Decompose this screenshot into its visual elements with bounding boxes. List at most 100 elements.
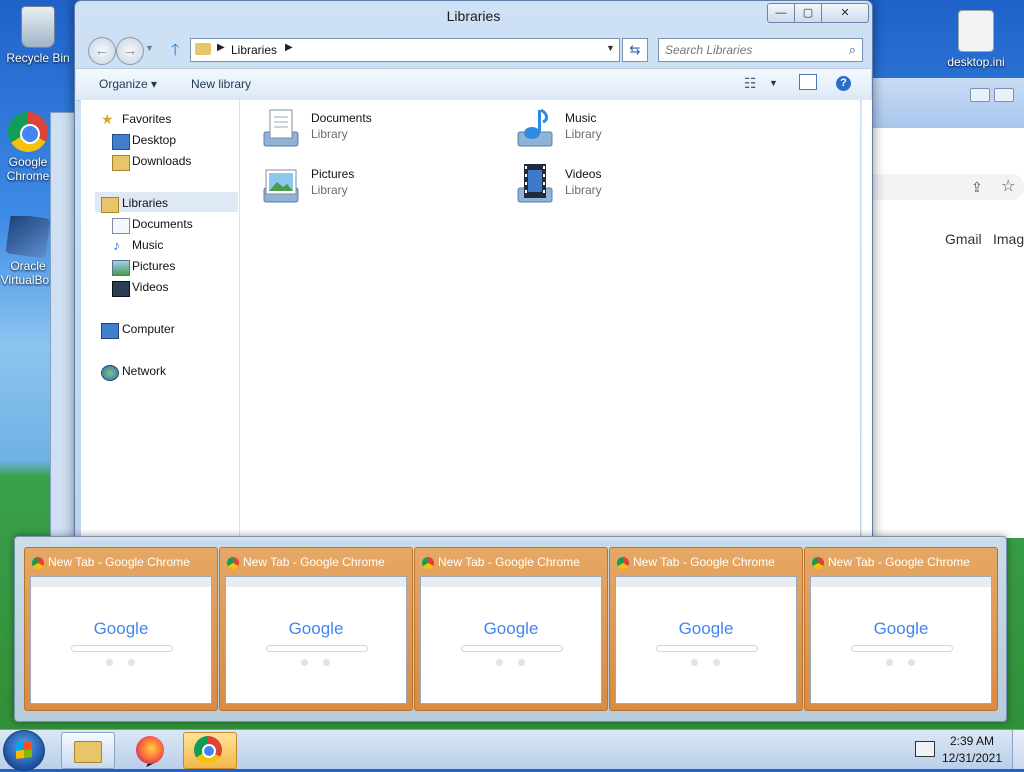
shortcut-icon xyxy=(691,659,698,666)
breadcrumb-chevron-icon[interactable]: ▶ xyxy=(285,42,293,53)
chrome-thumbnail-strip: New Tab - Google Chrome Google New Tab -… xyxy=(14,536,1007,722)
clock-date[interactable]: 12/31/2021 xyxy=(940,751,1004,765)
google-logo: Google xyxy=(616,619,796,639)
maximize-icon[interactable] xyxy=(994,88,1014,102)
library-name: Videos xyxy=(565,167,602,181)
search-icon[interactable]: ⌕ xyxy=(849,42,856,58)
music-icon: ♪ xyxy=(113,237,120,253)
images-link[interactable]: Images xyxy=(993,231,1024,247)
library-videos[interactable]: Videos Library xyxy=(512,162,732,210)
breadcrumb-libraries[interactable]: Libraries xyxy=(231,43,277,57)
chrome-icon xyxy=(422,557,434,569)
google-logo: Google xyxy=(811,619,991,639)
address-bar[interactable]: ▶ Libraries ▶ ▼ xyxy=(190,38,620,62)
google-logo-text: Google xyxy=(873,619,929,638)
gmail-link[interactable]: Gmail xyxy=(945,231,982,247)
change-view-icon[interactable]: ☷ xyxy=(744,75,757,92)
navigation-pane: ★ Favorites Desktop Downloads Libraries … xyxy=(81,100,240,540)
desktop-icon-label: Google Chrome xyxy=(6,155,50,183)
virtualbox-desktop-icon[interactable]: Oracle VirtualBox xyxy=(0,216,56,287)
nav-item-desktop[interactable]: Desktop xyxy=(132,133,176,147)
address-dropdown-icon[interactable]: ▼ xyxy=(606,43,615,53)
desktop-ini-desktop-icon[interactable]: desktop.ini xyxy=(936,10,1016,69)
desktop-icon xyxy=(112,134,130,150)
nav-item-music[interactable]: Music xyxy=(132,238,163,252)
recent-pages-dropdown-icon[interactable]: ▼ xyxy=(145,43,154,53)
preview-tabbar xyxy=(226,577,406,587)
preview-pane-icon[interactable] xyxy=(799,74,817,90)
library-type: Library xyxy=(311,127,348,141)
search-box[interactable]: ⌕ xyxy=(658,38,863,62)
command-bar: Organize ▾ New library ☷ ▼ ? xyxy=(76,68,871,101)
library-name: Music xyxy=(565,111,597,125)
back-button[interactable]: ← xyxy=(88,37,116,65)
nav-item-downloads[interactable]: Downloads xyxy=(132,154,191,168)
minimize-icon[interactable] xyxy=(970,88,990,102)
firefox-icon xyxy=(136,736,164,764)
shortcut-icon xyxy=(106,659,113,666)
network-tray-icon[interactable] xyxy=(915,741,935,757)
computer-icon xyxy=(101,323,119,339)
taskbar-firefox-button[interactable] xyxy=(124,732,176,767)
downloads-icon xyxy=(112,155,130,171)
taskbar-chrome-button[interactable] xyxy=(183,732,237,769)
minimize-button[interactable]: — xyxy=(767,3,795,23)
virtualbox-icon xyxy=(5,216,51,259)
share-icon[interactable]: ⇪ xyxy=(971,179,983,196)
library-documents[interactable]: Documents Library xyxy=(258,106,478,154)
shortcut-icon xyxy=(886,659,893,666)
desktop-icon-label: Recycle Bin xyxy=(6,51,70,65)
chrome-icon xyxy=(32,557,44,569)
window-thumbnail[interactable]: New Tab - Google Chrome Google xyxy=(414,547,608,711)
search-input[interactable] xyxy=(663,41,843,59)
organize-button[interactable]: Organize ▾ xyxy=(99,77,157,91)
start-button[interactable] xyxy=(3,730,45,771)
folder-icon xyxy=(195,43,211,55)
libraries-explorer-window: Libraries — ▢ ✕ ← → ▼ 🡑 ▶ Libraries ▶ ▼ … xyxy=(74,0,873,542)
help-icon[interactable]: ? xyxy=(836,76,851,91)
up-arrow-icon[interactable]: 🡑 xyxy=(171,39,179,66)
taskbar-explorer-button[interactable]: ➤ xyxy=(61,732,159,771)
folder-icon xyxy=(74,741,102,763)
window-thumbnail[interactable]: New Tab - Google Chrome Google xyxy=(219,547,413,711)
refresh-button[interactable]: ⇆ xyxy=(622,38,648,62)
nav-network[interactable]: Network xyxy=(122,364,166,378)
nav-libraries[interactable]: Libraries xyxy=(122,196,168,210)
windows-logo-icon xyxy=(16,741,32,759)
nav-item-videos[interactable]: Videos xyxy=(132,280,168,294)
chrome-icon xyxy=(812,557,824,569)
shortcut-icon xyxy=(908,659,915,666)
nav-computer[interactable]: Computer xyxy=(122,322,175,336)
library-type: Library xyxy=(311,183,348,197)
nav-item-pictures[interactable]: Pictures xyxy=(132,259,175,273)
forward-button[interactable]: → xyxy=(116,37,144,65)
taskbar: ➤ 2:39 AM 12/31/2021 xyxy=(0,729,1024,771)
library-name: Pictures xyxy=(311,167,355,181)
google-chrome-desktop-icon[interactable]: Google Chrome xyxy=(0,112,56,183)
documents-icon xyxy=(112,218,130,234)
desktop-icon-label: Oracle VirtualBox xyxy=(0,259,56,287)
recycle-bin-desktop-icon[interactable]: Recycle Bin xyxy=(0,6,76,65)
thumbnail-preview: Google xyxy=(420,576,602,704)
library-pictures[interactable]: Pictures Library xyxy=(258,162,478,210)
library-music[interactable]: Music Library xyxy=(512,106,732,154)
show-desktop-button[interactable] xyxy=(1012,730,1024,769)
window-thumbnail[interactable]: New Tab - Google Chrome Google xyxy=(609,547,803,711)
nav-favorites[interactable]: Favorites xyxy=(122,112,171,126)
view-dropdown-icon[interactable]: ▼ xyxy=(769,78,778,88)
shortcut-icon xyxy=(323,659,330,666)
google-logo: Google xyxy=(31,619,211,639)
new-library-button[interactable]: New library xyxy=(191,77,251,91)
vertical-scrollbar[interactable] xyxy=(861,100,872,540)
background-chrome-window[interactable]: ⇪ ☆ Gmail Images xyxy=(870,78,1024,538)
window-thumbnail[interactable]: New Tab - Google Chrome Google xyxy=(24,547,218,711)
back-arrow-icon: ← xyxy=(94,42,110,59)
close-button[interactable]: ✕ xyxy=(821,3,869,23)
bookmark-star-icon[interactable]: ☆ xyxy=(1001,176,1015,196)
window-thumbnail[interactable]: New Tab - Google Chrome Google xyxy=(804,547,998,711)
clock-time[interactable]: 2:39 AM xyxy=(940,734,1004,748)
breadcrumb-chevron-icon[interactable]: ▶ xyxy=(217,42,225,53)
nav-item-documents[interactable]: Documents xyxy=(132,217,193,231)
favorites-star-icon: ★ xyxy=(101,111,114,127)
maximize-button[interactable]: ▢ xyxy=(794,3,822,23)
